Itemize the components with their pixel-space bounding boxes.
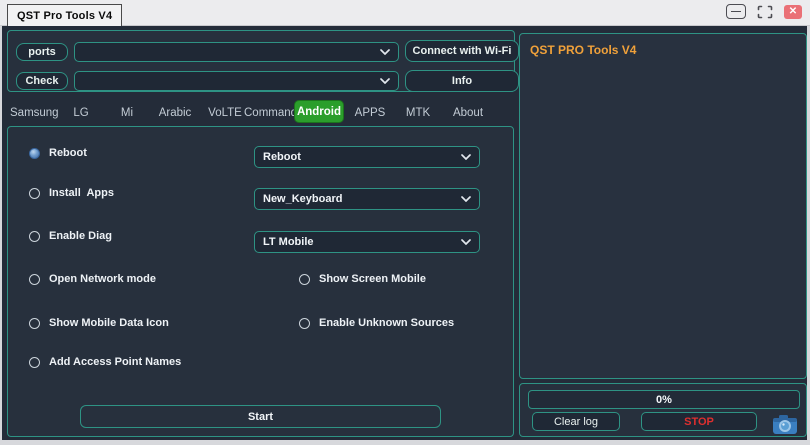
tab-android[interactable]: Android <box>294 100 344 123</box>
radio-icon <box>29 231 40 242</box>
connect-wifi-button[interactable]: Connect with Wi-Fi <box>405 40 519 62</box>
info-button[interactable]: Info <box>405 70 519 92</box>
check-button-label: Check <box>25 75 58 87</box>
radio-icon <box>29 274 40 285</box>
radio-icon <box>29 357 40 368</box>
status-panel: 0% Clear log STOP <box>519 383 807 437</box>
titlebar: QST Pro Tools V4 ✕ <box>0 0 810 26</box>
option-label: Open Network mode <box>49 273 156 285</box>
radio-option-reboot[interactable]: Reboot <box>29 147 87 159</box>
radio-icon <box>299 274 310 285</box>
connection-panel: ports Connect with Wi-Fi Check <box>7 30 515 92</box>
radio-icon <box>29 188 40 199</box>
chevron-down-icon <box>380 49 390 55</box>
check-button[interactable]: Check <box>16 72 68 90</box>
radio-icon <box>299 318 310 329</box>
app-window: QST Pro Tools V4 ✕ ports <box>0 0 810 445</box>
info-button-label: Info <box>452 75 472 87</box>
radio-option-show-screen-mobile[interactable]: Show Screen Mobile <box>299 273 426 285</box>
stop-button[interactable]: STOP <box>641 412 757 431</box>
reboot-mode-dropdown[interactable]: Reboot <box>254 146 480 168</box>
minimize-button[interactable] <box>726 4 746 19</box>
tab-mtk[interactable]: MTK <box>401 105 435 121</box>
connect-wifi-label: Connect with Wi-Fi <box>413 45 512 57</box>
tab-lg[interactable]: LG <box>64 105 98 121</box>
reboot-mode-value: Reboot <box>263 151 461 163</box>
progress-percentage: 0% <box>656 394 672 406</box>
install-apps-value: New_Keyboard <box>263 193 461 205</box>
tab-samsung[interactable]: Samsung <box>10 105 56 121</box>
tab-about[interactable]: About <box>449 105 487 121</box>
log-panel-title: QST PRO Tools V4 <box>530 43 636 57</box>
clear-log-button[interactable]: Clear log <box>532 412 620 431</box>
option-label: Reboot <box>49 147 87 159</box>
enable-diag-dropdown[interactable]: LT Mobile <box>254 231 480 253</box>
radio-selected-icon <box>29 148 40 159</box>
screenshot-button[interactable] <box>771 412 799 436</box>
radio-icon <box>29 318 40 329</box>
radio-option-enable-unknown-sources[interactable]: Enable Unknown Sources <box>299 317 454 329</box>
android-tab-panel: Reboot Reboot Install Apps New_Keyboard <box>7 126 514 437</box>
option-label: Show Mobile Data Icon <box>49 317 169 329</box>
chevron-down-icon <box>461 154 471 160</box>
tab-mi[interactable]: Mi <box>112 105 142 121</box>
option-label: Install Apps <box>49 187 114 199</box>
radio-option-add-access-point-names[interactable]: Add Access Point Names <box>29 356 181 368</box>
window-controls: ✕ <box>726 4 802 19</box>
tab-command[interactable]: Command <box>244 105 296 121</box>
port-select-dropdown[interactable] <box>74 42 399 62</box>
option-label: Enable Unknown Sources <box>319 317 454 329</box>
chevron-down-icon <box>461 196 471 202</box>
tab-arabic[interactable]: Arabic <box>154 105 196 121</box>
radio-option-install-apps[interactable]: Install Apps <box>29 187 114 199</box>
install-apps-dropdown[interactable]: New_Keyboard <box>254 188 480 210</box>
ports-button[interactable]: ports <box>16 43 68 61</box>
start-button[interactable]: Start <box>80 405 441 428</box>
tab-volte[interactable]: VoLTE <box>204 105 246 121</box>
option-label: Add Access Point Names <box>49 356 181 368</box>
camera-icon <box>772 413 798 435</box>
radio-option-show-mobile-data-icon[interactable]: Show Mobile Data Icon <box>29 317 169 329</box>
option-label: Enable Diag <box>49 230 112 242</box>
stop-button-label: STOP <box>684 416 714 428</box>
close-icon: ✕ <box>789 6 797 17</box>
check-select-dropdown[interactable] <box>74 71 399 91</box>
radio-option-enable-diag[interactable]: Enable Diag <box>29 230 112 242</box>
tab-apps[interactable]: APPS <box>352 105 388 121</box>
ports-button-label: ports <box>28 46 56 58</box>
enable-diag-value: LT Mobile <box>263 236 461 248</box>
close-button[interactable]: ✕ <box>784 5 802 19</box>
option-label: Show Screen Mobile <box>319 273 426 285</box>
start-button-label: Start <box>248 411 273 423</box>
progress-bar: 0% <box>528 390 800 409</box>
chevron-down-icon <box>380 78 390 84</box>
window-title: QST Pro Tools V4 <box>7 4 122 26</box>
clear-log-label: Clear log <box>554 416 598 428</box>
radio-option-open-network-mode[interactable]: Open Network mode <box>29 273 156 285</box>
minimize-icon <box>731 11 741 13</box>
log-output-panel[interactable]: QST PRO Tools V4 <box>519 33 807 379</box>
client-area: ports Connect with Wi-Fi Check <box>2 26 807 440</box>
maximize-icon <box>757 5 773 19</box>
chevron-down-icon <box>461 239 471 245</box>
maximize-button[interactable] <box>755 4 775 19</box>
